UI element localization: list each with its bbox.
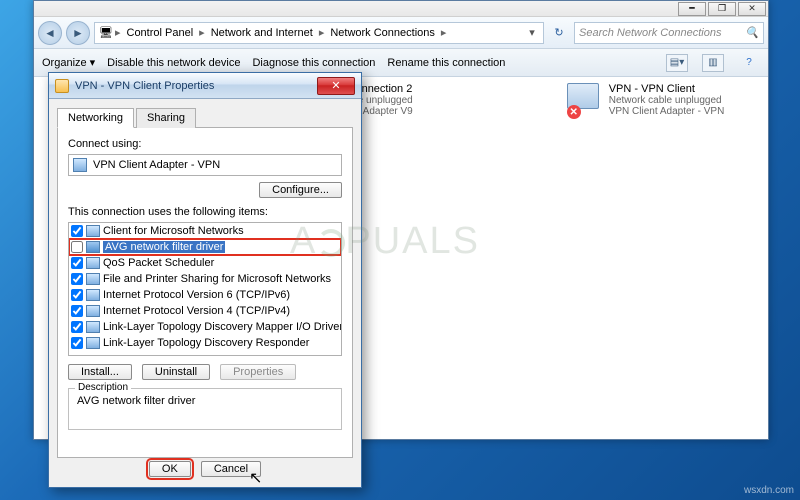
item-label: Internet Protocol Version 4 (TCP/IPv4) xyxy=(103,305,290,317)
protocol-icon xyxy=(86,273,100,285)
search-icon: 🔍 xyxy=(745,26,759,39)
dialog-titlebar: VPN - VPN Client Properties ✕ xyxy=(49,73,361,99)
source-mark: wsxdn.com xyxy=(744,485,794,496)
item-label: File and Printer Sharing for Microsoft N… xyxy=(103,273,331,285)
connect-using-label: Connect using: xyxy=(68,138,342,150)
adapter-name: VPN Client Adapter - VPN xyxy=(93,159,220,171)
breadcrumb-dropdown[interactable]: ▾ xyxy=(525,26,539,39)
items-listbox[interactable]: Client for Microsoft Networks AVG network… xyxy=(68,222,342,356)
preview-button[interactable]: ▥ xyxy=(702,54,724,72)
ok-button[interactable]: OK xyxy=(149,461,191,477)
item-label: Internet Protocol Version 6 (TCP/IPv6) xyxy=(103,289,290,301)
conn-name: onnection 2 xyxy=(355,83,412,95)
crumb-network-internet[interactable]: Network and Internet xyxy=(207,25,317,41)
breadcrumb[interactable]: 🖥 ▸ Control Panel ▸ Network and Internet… xyxy=(94,22,544,44)
protocol-icon xyxy=(86,241,100,253)
list-item[interactable]: File and Printer Sharing for Microsoft N… xyxy=(69,271,341,287)
conn-device: s Adapter V9 xyxy=(355,106,412,117)
conn-status: Network cable unplugged xyxy=(609,95,725,106)
maximize-button[interactable]: ❐ xyxy=(708,2,736,16)
list-item[interactable]: Client for Microsoft Networks xyxy=(69,223,341,239)
item-checkbox[interactable] xyxy=(71,257,83,269)
configure-button[interactable]: Configure... xyxy=(259,182,342,198)
conn-device: VPN Client Adapter - VPN xyxy=(609,106,725,117)
description-text: AVG network filter driver xyxy=(77,395,333,421)
cancel-button[interactable]: Cancel xyxy=(201,461,261,477)
description-label: Description xyxy=(75,382,131,393)
list-item[interactable]: Internet Protocol Version 4 (TCP/IPv4) xyxy=(69,303,341,319)
list-item[interactable]: QoS Packet Scheduler xyxy=(69,255,341,271)
dialog-footer: OK Cancel xyxy=(49,461,361,477)
forward-button[interactable]: ► xyxy=(66,21,90,45)
uninstall-button[interactable]: Uninstall xyxy=(142,364,210,380)
close-button[interactable]: ✕ xyxy=(738,2,766,16)
dialog-title: VPN - VPN Client Properties xyxy=(75,80,317,92)
dialog-close-button[interactable]: ✕ xyxy=(317,77,355,95)
item-checkbox[interactable] xyxy=(71,273,83,285)
tab-panel: Connect using: VPN Client Adapter - VPN … xyxy=(57,128,353,458)
list-item[interactable]: Internet Protocol Version 6 (TCP/IPv6) xyxy=(69,287,341,303)
view-button[interactable]: ▤▾ xyxy=(666,54,688,72)
properties-button: Properties xyxy=(220,364,296,380)
item-label: QoS Packet Scheduler xyxy=(103,257,214,269)
toolbar-diagnose[interactable]: Diagnose this connection xyxy=(252,57,375,69)
crumb-network-connections[interactable]: Network Connections xyxy=(326,25,439,41)
crumb-control-panel[interactable]: Control Panel xyxy=(123,25,198,41)
connection-vpn[interactable]: ✕ VPN - VPN Client Network cable unplugg… xyxy=(567,83,758,119)
protocol-icon xyxy=(86,289,100,301)
properties-dialog: VPN - VPN Client Properties ✕ Networking… xyxy=(48,72,362,488)
item-checkbox[interactable] xyxy=(71,241,83,253)
toolbar-organize[interactable]: Organize ▾ xyxy=(42,56,95,69)
protocol-icon xyxy=(86,305,100,317)
protocol-icon xyxy=(86,257,100,269)
list-item[interactable]: Link-Layer Topology Discovery Mapper I/O… xyxy=(69,319,341,335)
search-input[interactable]: Search Network Connections 🔍 xyxy=(574,22,764,44)
protocol-icon xyxy=(86,321,100,333)
item-checkbox[interactable] xyxy=(71,337,83,349)
item-label: Link-Layer Topology Discovery Responder xyxy=(103,337,309,349)
item-checkbox[interactable] xyxy=(71,305,83,317)
list-item[interactable]: Link-Layer Topology Discovery Responder xyxy=(69,335,341,351)
item-label: Link-Layer Topology Discovery Mapper I/O… xyxy=(103,321,342,333)
install-button[interactable]: Install... xyxy=(68,364,132,380)
item-checkbox[interactable] xyxy=(71,225,83,237)
toolbar-disable[interactable]: Disable this network device xyxy=(107,57,240,69)
tab-networking[interactable]: Networking xyxy=(57,108,134,128)
protocol-icon xyxy=(86,225,100,237)
toolbar-rename[interactable]: Rename this connection xyxy=(387,57,505,69)
error-badge-icon: ✕ xyxy=(567,105,581,119)
refresh-button[interactable]: ↻ xyxy=(548,22,570,44)
computer-icon: 🖥 xyxy=(99,26,113,39)
item-label: Client for Microsoft Networks xyxy=(103,225,244,237)
item-label: AVG network filter driver xyxy=(103,241,225,253)
help-button[interactable]: ? xyxy=(738,54,760,72)
tabstrip: Networking Sharing xyxy=(57,107,353,128)
minimize-button[interactable]: ━ xyxy=(678,2,706,16)
conn-name: VPN - VPN Client xyxy=(609,83,725,95)
description-group: Description AVG network filter driver xyxy=(68,388,342,430)
connection-partial[interactable]: onnection 2 le unplugged s Adapter V9 xyxy=(355,83,546,117)
dialog-icon xyxy=(55,79,69,93)
explorer-titlebar: ━ ❐ ✕ xyxy=(34,1,768,17)
connection-icon: ✕ xyxy=(567,83,603,119)
item-checkbox[interactable] xyxy=(71,289,83,301)
explorer-nav: ◄ ► 🖥 ▸ Control Panel ▸ Network and Inte… xyxy=(34,17,768,49)
adapter-field: VPN Client Adapter - VPN xyxy=(68,154,342,176)
list-item[interactable]: AVG network filter driver xyxy=(69,239,341,255)
tab-sharing[interactable]: Sharing xyxy=(136,108,196,128)
conn-status: le unplugged xyxy=(355,95,412,106)
item-checkbox[interactable] xyxy=(71,321,83,333)
protocol-icon xyxy=(86,337,100,349)
back-button[interactable]: ◄ xyxy=(38,21,62,45)
search-placeholder: Search Network Connections xyxy=(579,27,721,39)
items-label: This connection uses the following items… xyxy=(68,206,342,218)
adapter-icon xyxy=(73,158,87,172)
